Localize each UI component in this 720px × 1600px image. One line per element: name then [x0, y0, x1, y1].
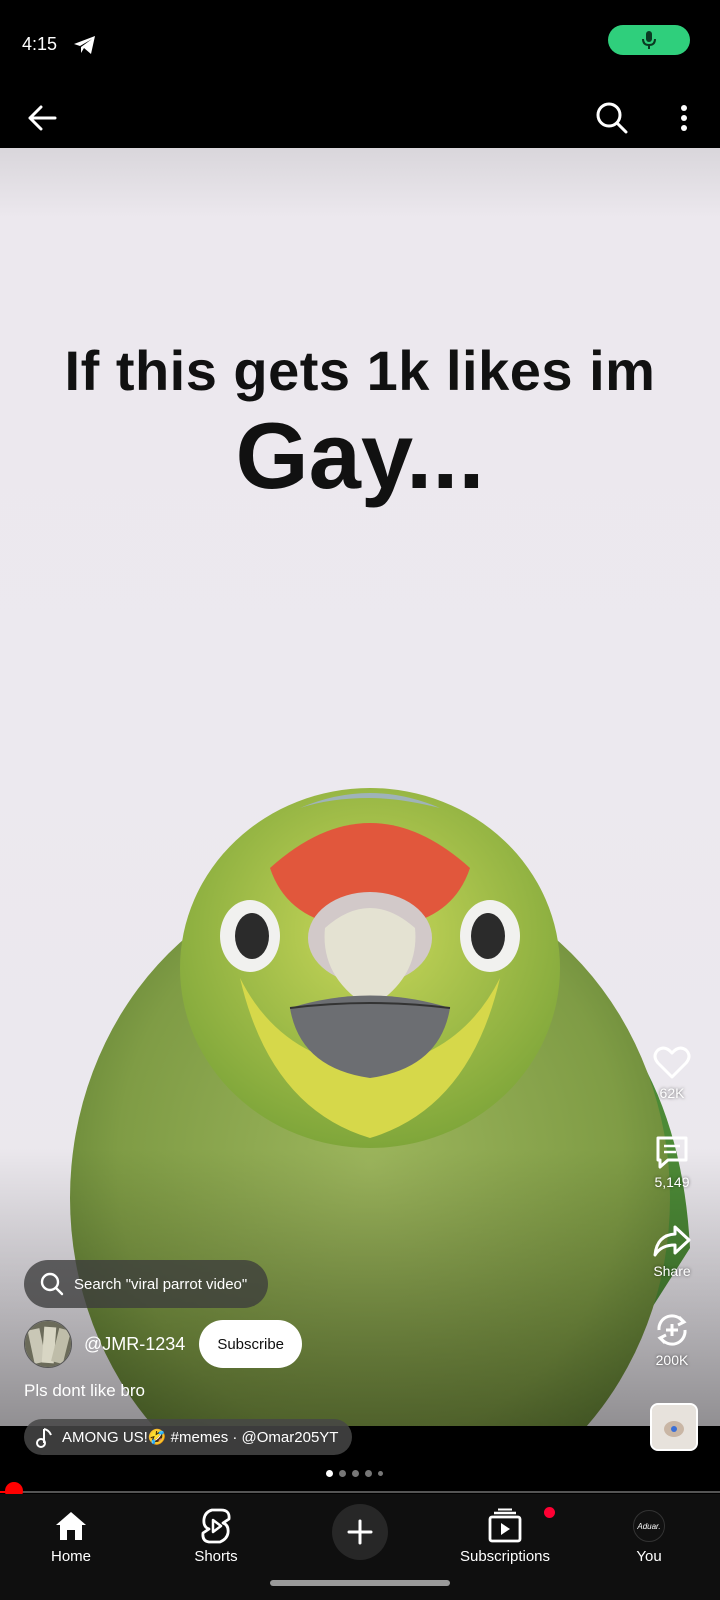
- remix-icon: [657, 1314, 687, 1346]
- nav-shorts-label: Shorts: [194, 1548, 238, 1565]
- caption-line-2: Gay...: [235, 403, 485, 508]
- home-icon: [56, 1512, 86, 1540]
- caption-line-1: If this gets 1k likes im: [64, 339, 656, 402]
- like-button[interactable]: 62K: [640, 1043, 704, 1101]
- sound-thumbnail-button[interactable]: [650, 1403, 698, 1451]
- video-title[interactable]: Pls dont like bro: [24, 1381, 145, 1401]
- notification-dot: [544, 1507, 555, 1518]
- plus-icon: [347, 1519, 373, 1545]
- nav-you-label: You: [636, 1548, 662, 1565]
- more-options-button[interactable]: [664, 96, 704, 140]
- nav-subscriptions[interactable]: Subscriptions: [450, 1506, 560, 1565]
- pager-dot: [339, 1470, 346, 1477]
- comment-count: 5,149: [654, 1174, 690, 1190]
- heart-icon: [653, 1046, 691, 1079]
- you-avatar: Aduar.: [633, 1510, 665, 1542]
- top-app-bar: [0, 90, 720, 148]
- channel-handle[interactable]: @JMR-1234: [84, 1334, 185, 1355]
- channel-row: @JMR-1234 Subscribe: [24, 1319, 303, 1369]
- nav-home-label: Home: [50, 1548, 91, 1565]
- pager-dot: [365, 1470, 372, 1477]
- channel-avatar[interactable]: [24, 1320, 72, 1368]
- create-button[interactable]: [332, 1504, 388, 1560]
- share-label: Share: [653, 1263, 691, 1279]
- nav-subscriptions-label: Subscriptions: [459, 1548, 551, 1565]
- comment-icon: [656, 1136, 688, 1169]
- nav-home[interactable]: Home: [16, 1506, 126, 1565]
- subscriptions-icon: [488, 1508, 522, 1543]
- share-icon: [653, 1225, 691, 1257]
- back-button[interactable]: [22, 96, 62, 140]
- playback-progress-bar[interactable]: [0, 1491, 720, 1493]
- nav-you[interactable]: Aduar. You: [594, 1506, 704, 1565]
- pager-dot: [326, 1470, 333, 1477]
- search-button[interactable]: [590, 96, 634, 140]
- microphone-icon: [642, 31, 656, 49]
- mic-indicator: [608, 25, 690, 55]
- shorts-icon: [201, 1508, 231, 1544]
- search-suggestion-chip[interactable]: Search "viral parrot video": [24, 1260, 268, 1308]
- subscribe-button[interactable]: Subscribe: [199, 1320, 303, 1368]
- music-text: AMONG US!🤣 #memes · @Omar205YT: [62, 1429, 339, 1446]
- short-video-player[interactable]: If this gets 1k likes im Gay...: [0, 148, 720, 1426]
- comments-button[interactable]: 5,149: [640, 1132, 704, 1190]
- thumbnail-image: [652, 1405, 696, 1449]
- search-suggestion-text: Search "viral parrot video": [74, 1275, 248, 1293]
- pager-dot: [352, 1470, 359, 1477]
- pager-dot: [378, 1471, 383, 1476]
- nav-shorts[interactable]: Shorts: [161, 1506, 271, 1565]
- arrow-left-icon: [28, 105, 57, 131]
- remix-button[interactable]: 200K: [640, 1310, 704, 1368]
- search-icon: [40, 1272, 64, 1296]
- status-bar: 4:15: [0, 0, 720, 90]
- share-button[interactable]: Share: [640, 1221, 704, 1279]
- like-count: 62K: [659, 1085, 685, 1101]
- music-note-icon: [36, 1428, 52, 1448]
- remix-count: 200K: [655, 1352, 689, 1368]
- money-avatar-image: [25, 1321, 71, 1367]
- status-time: 4:15: [22, 34, 58, 54]
- search-icon: [596, 102, 628, 134]
- home-indicator[interactable]: [270, 1580, 450, 1586]
- video-caption: If this gets 1k likes im Gay...: [0, 338, 720, 508]
- pager-dots: [326, 1470, 383, 1477]
- telegram-icon: [74, 36, 95, 54]
- more-vert-icon: [681, 105, 687, 131]
- music-chip[interactable]: AMONG US!🤣 #memes · @Omar205YT: [24, 1419, 353, 1455]
